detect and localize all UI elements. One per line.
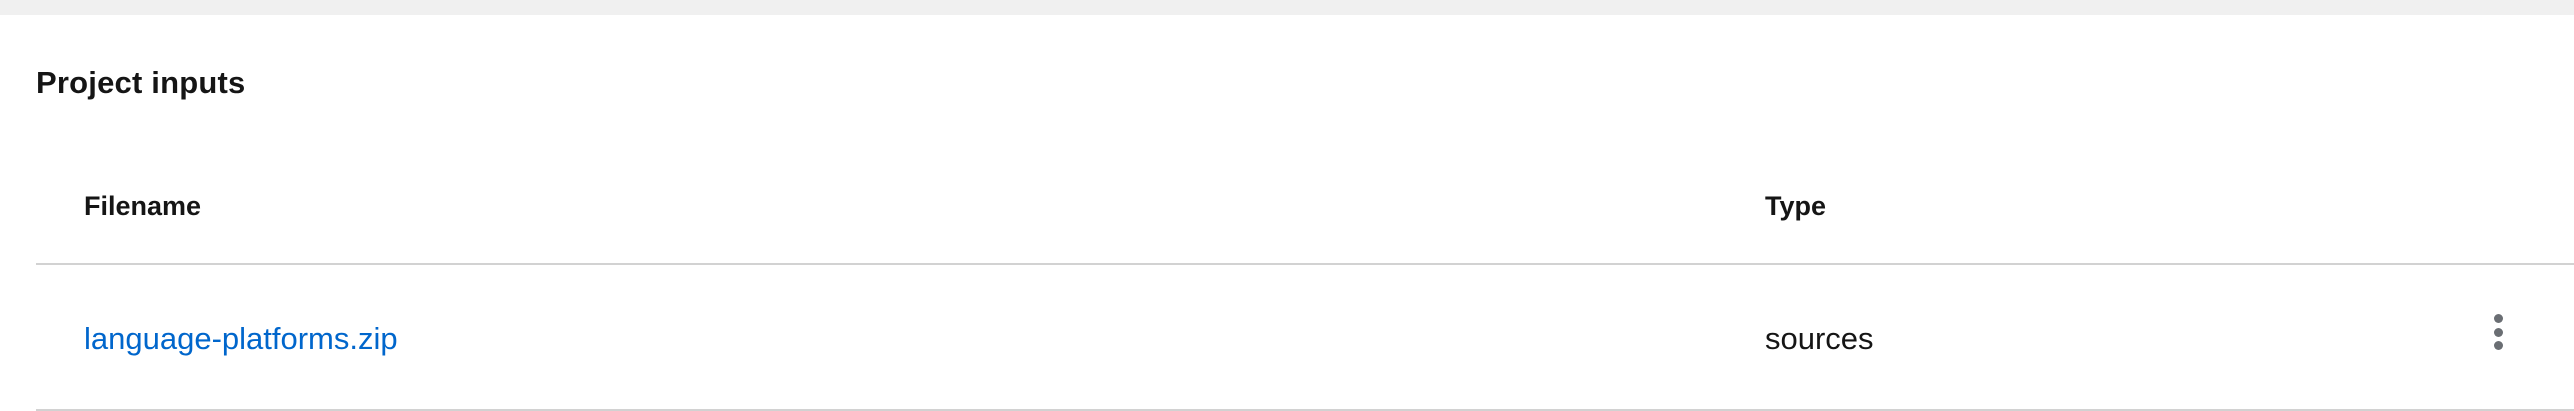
section-title: Project inputs	[36, 65, 246, 100]
filename-link[interactable]: language-platforms.zip	[84, 323, 398, 354]
type-cell: sources	[1765, 321, 1874, 356]
column-header-type: Type	[1765, 191, 1827, 221]
kebab-dot	[2493, 314, 2503, 323]
project-inputs-card: Project inputs Filename Type language-pl…	[0, 15, 2574, 411]
page-top-band	[0, 0, 2574, 15]
kebab-menu-icon[interactable]	[2486, 312, 2510, 352]
project-inputs-table: Filename Type language-platforms.zip sou…	[36, 145, 2574, 411]
table-header: Filename Type	[36, 145, 2574, 265]
column-header-filename: Filename	[84, 191, 202, 221]
kebab-dot	[2493, 341, 2503, 350]
kebab-dot	[2493, 327, 2503, 337]
table-row: language-platforms.zip sources	[36, 265, 2574, 411]
